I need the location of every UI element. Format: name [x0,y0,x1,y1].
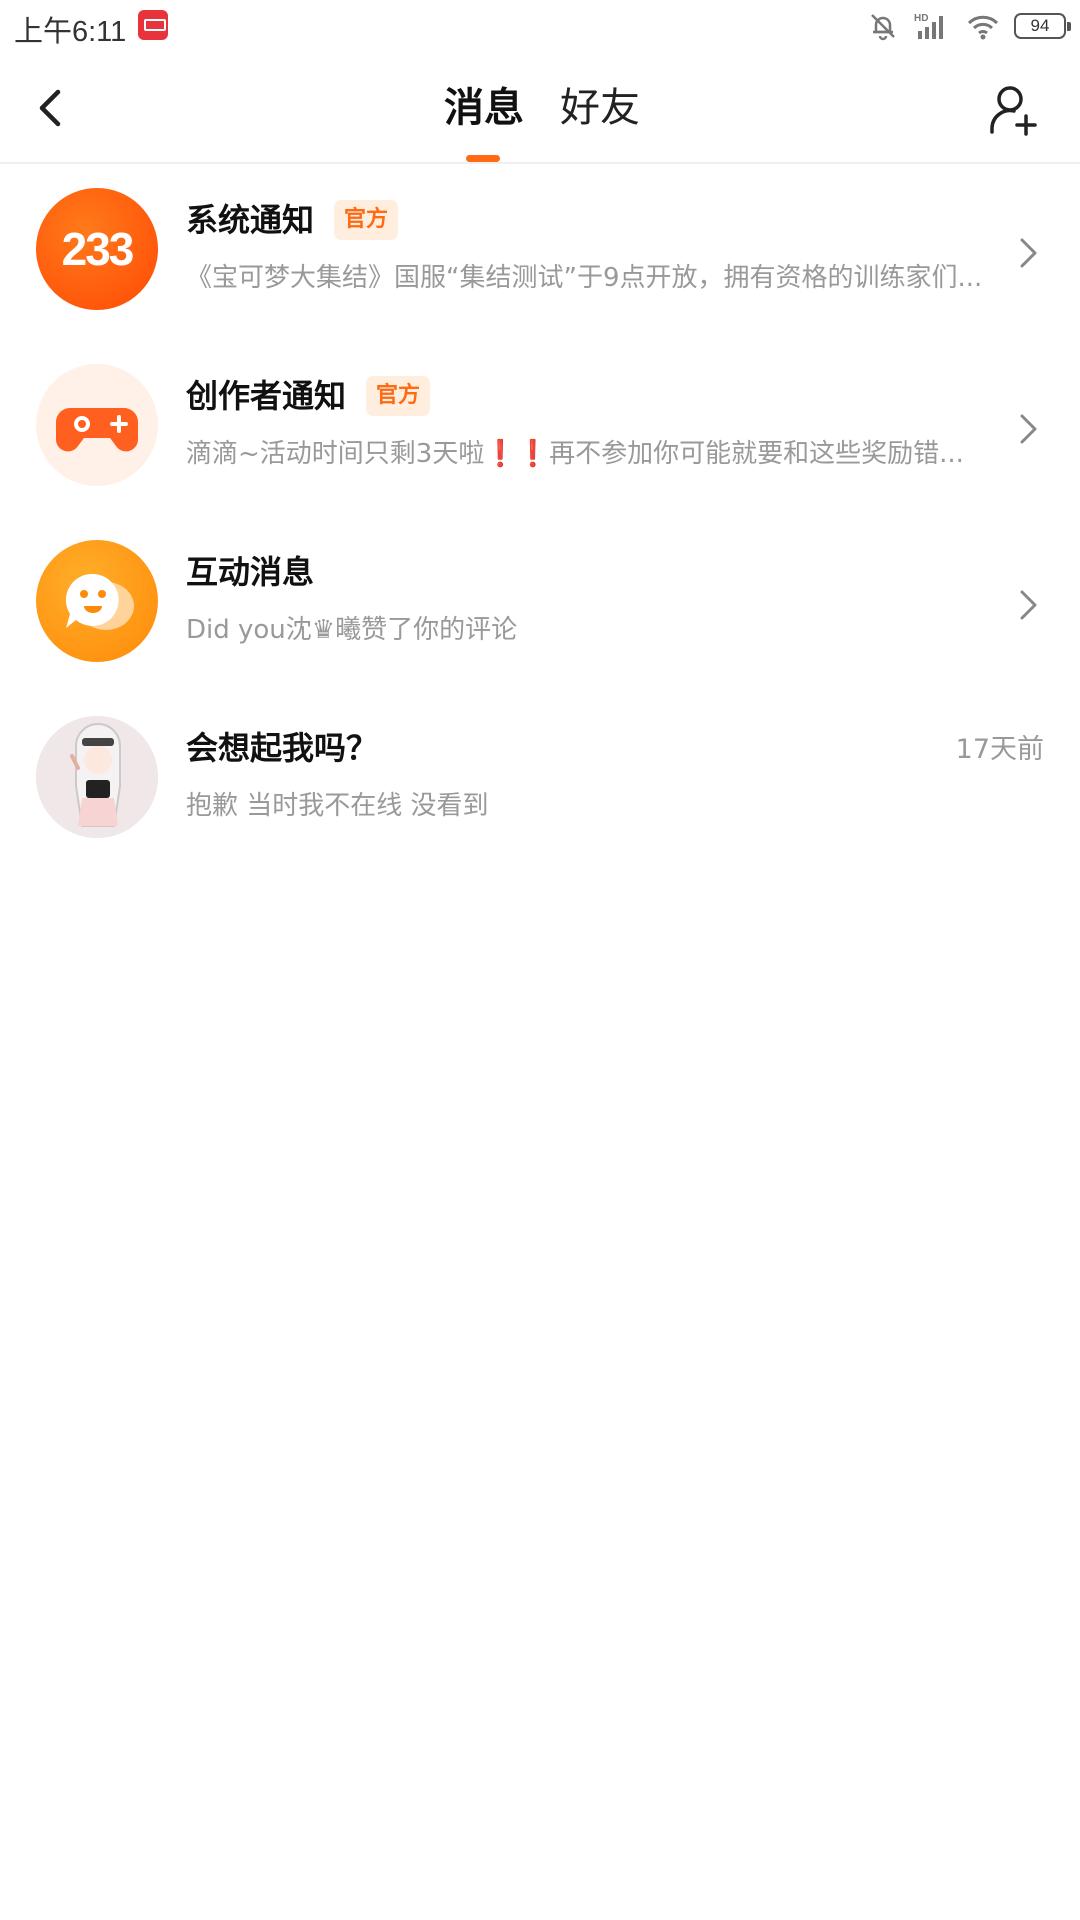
list-item-system-notice[interactable]: 233 系统通知 官方 《宝可梦大集结》国服“集结测试”于9点开放，拥有资格的训练… [0,164,1080,340]
item-preview: 抱歉 当时我不在线 没看到 [186,791,489,821]
item-preview: Did you沈♛曦赞了你的评论 [186,615,518,645]
item-title-text: 创作者通知 [186,377,347,415]
tab-friends[interactable]: 好友 [560,80,640,136]
bell-off-icon [871,14,895,41]
chat-bubble-graphic [65,573,134,630]
user-avatar-image[interactable] [36,716,158,838]
gamepad-icon [36,364,158,486]
status-time: 上午6:11 [14,16,127,48]
avatar-illustration [36,716,158,838]
tab-messages[interactable]: 消息 [444,80,524,136]
chat-bubble-face-icon [36,540,158,662]
item-title: 互动消息 [186,550,314,594]
item-title-text: 互动消息 [186,553,315,591]
list-item-interaction[interactable]: 互动消息 Did you沈♛曦赞了你的评论 [0,516,1080,692]
tab-indicator [466,155,500,162]
app-notification-icon [138,10,168,40]
chevron-right-icon [1020,590,1037,620]
status-icons: HD 94 [868,10,1071,42]
message-list: 233 系统通知 官方 《宝可梦大集结》国服“集结测试”于9点开放，拥有资格的训练… [0,164,1080,868]
item-timestamp: 17天前 [955,734,1044,765]
status-bar: 上午6:11 HD 94 [0,0,1080,54]
system-233-icon: 233 [36,188,158,310]
item-title-text: 会想起我吗？ [186,729,379,767]
official-badge: 官方 [366,376,431,416]
chevron-right-icon [1020,414,1037,444]
wifi-icon [967,15,999,40]
add-person-icon[interactable] [988,84,1040,136]
list-item-creator-notice[interactable]: 创作者通知 官方 滴滴~活动时间只剩3天啦❗❗再不参加你可能就要和这些奖励错... [0,340,1080,516]
gamepad-graphic [56,408,138,452]
chevron-right-icon [1020,238,1037,268]
header: 消息 好友 [0,54,1080,164]
item-preview: 《宝可梦大集结》国服“集结测试”于9点开放，拥有资格的训练家们... [186,263,983,293]
item-title: 系统通知 官方 [186,198,399,242]
list-item-chat[interactable]: 会想起我吗？ 抱歉 当时我不在线 没看到 17天前 [0,692,1080,868]
avatar-text: 233 [61,223,135,275]
item-preview: 滴滴~活动时间只剩3天啦❗❗再不参加你可能就要和这些奖励错... [186,439,964,469]
item-title: 会想起我吗？ [186,726,378,770]
official-badge: 官方 [334,200,399,240]
item-title-text: 系统通知 [186,201,315,239]
back-arrow-icon[interactable] [30,80,80,136]
hd-signal-icon: HD [914,13,943,39]
battery-icon: 94 [1014,13,1071,39]
svg-text:HD: HD [914,13,928,24]
item-title: 创作者通知 官方 [186,374,431,418]
